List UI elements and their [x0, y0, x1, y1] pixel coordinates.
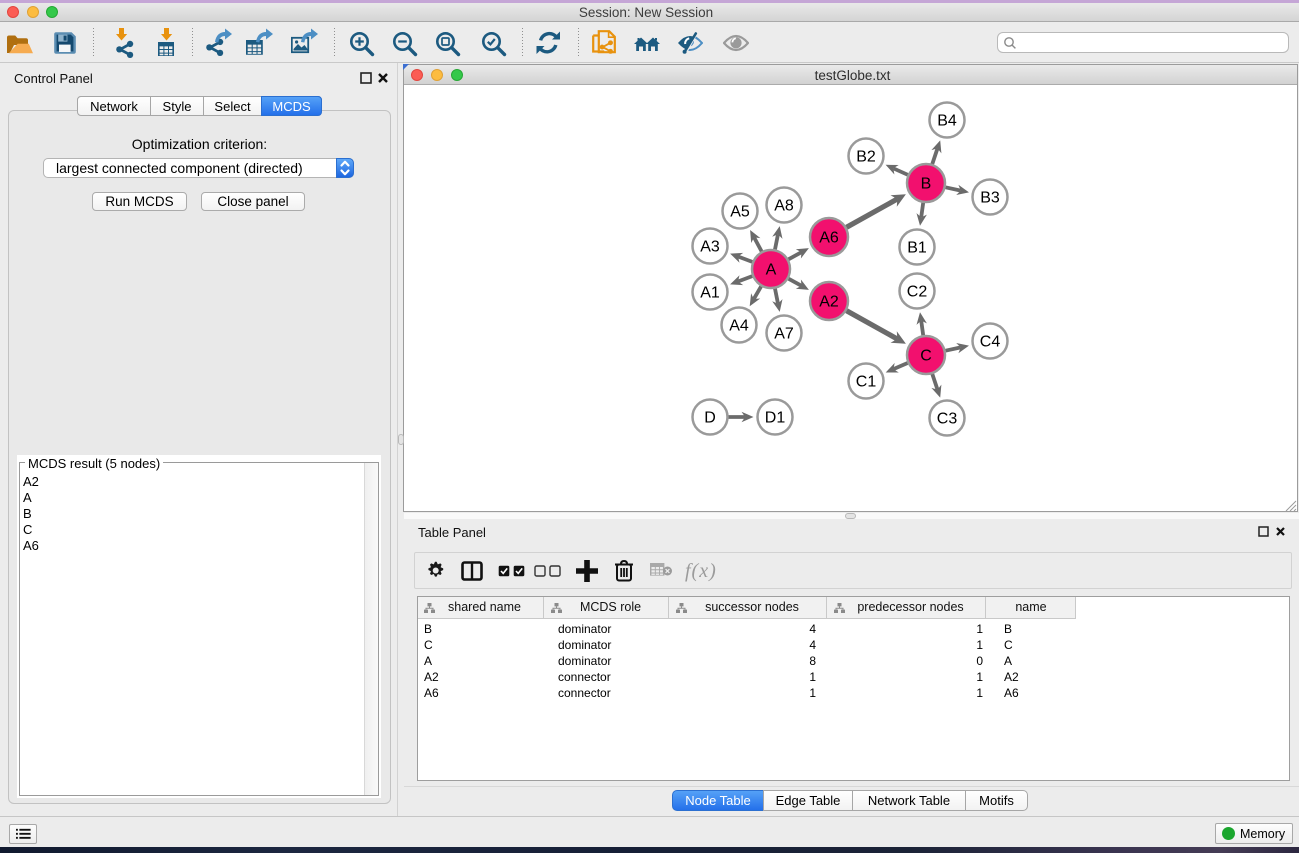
svg-text:A2: A2 [819, 294, 839, 311]
svg-text:A5: A5 [730, 204, 750, 221]
svg-text:A1: A1 [700, 285, 720, 302]
svg-text:A: A [766, 262, 777, 279]
svg-text:B1: B1 [907, 240, 927, 257]
svg-text:A6: A6 [819, 230, 839, 247]
svg-text:B4: B4 [937, 113, 957, 130]
svg-text:C: C [920, 348, 932, 365]
svg-text:C2: C2 [907, 284, 928, 301]
svg-text:D: D [704, 410, 716, 427]
svg-text:B2: B2 [856, 149, 876, 166]
svg-text:C3: C3 [937, 411, 958, 428]
svg-text:C4: C4 [980, 334, 1001, 351]
svg-text:B3: B3 [980, 190, 1000, 207]
svg-text:A3: A3 [700, 239, 720, 256]
svg-text:D1: D1 [765, 410, 786, 427]
svg-text:B: B [921, 176, 932, 193]
svg-text:A8: A8 [774, 198, 794, 215]
svg-text:C1: C1 [856, 374, 877, 391]
svg-text:A4: A4 [729, 318, 749, 335]
svg-text:A7: A7 [774, 326, 794, 343]
